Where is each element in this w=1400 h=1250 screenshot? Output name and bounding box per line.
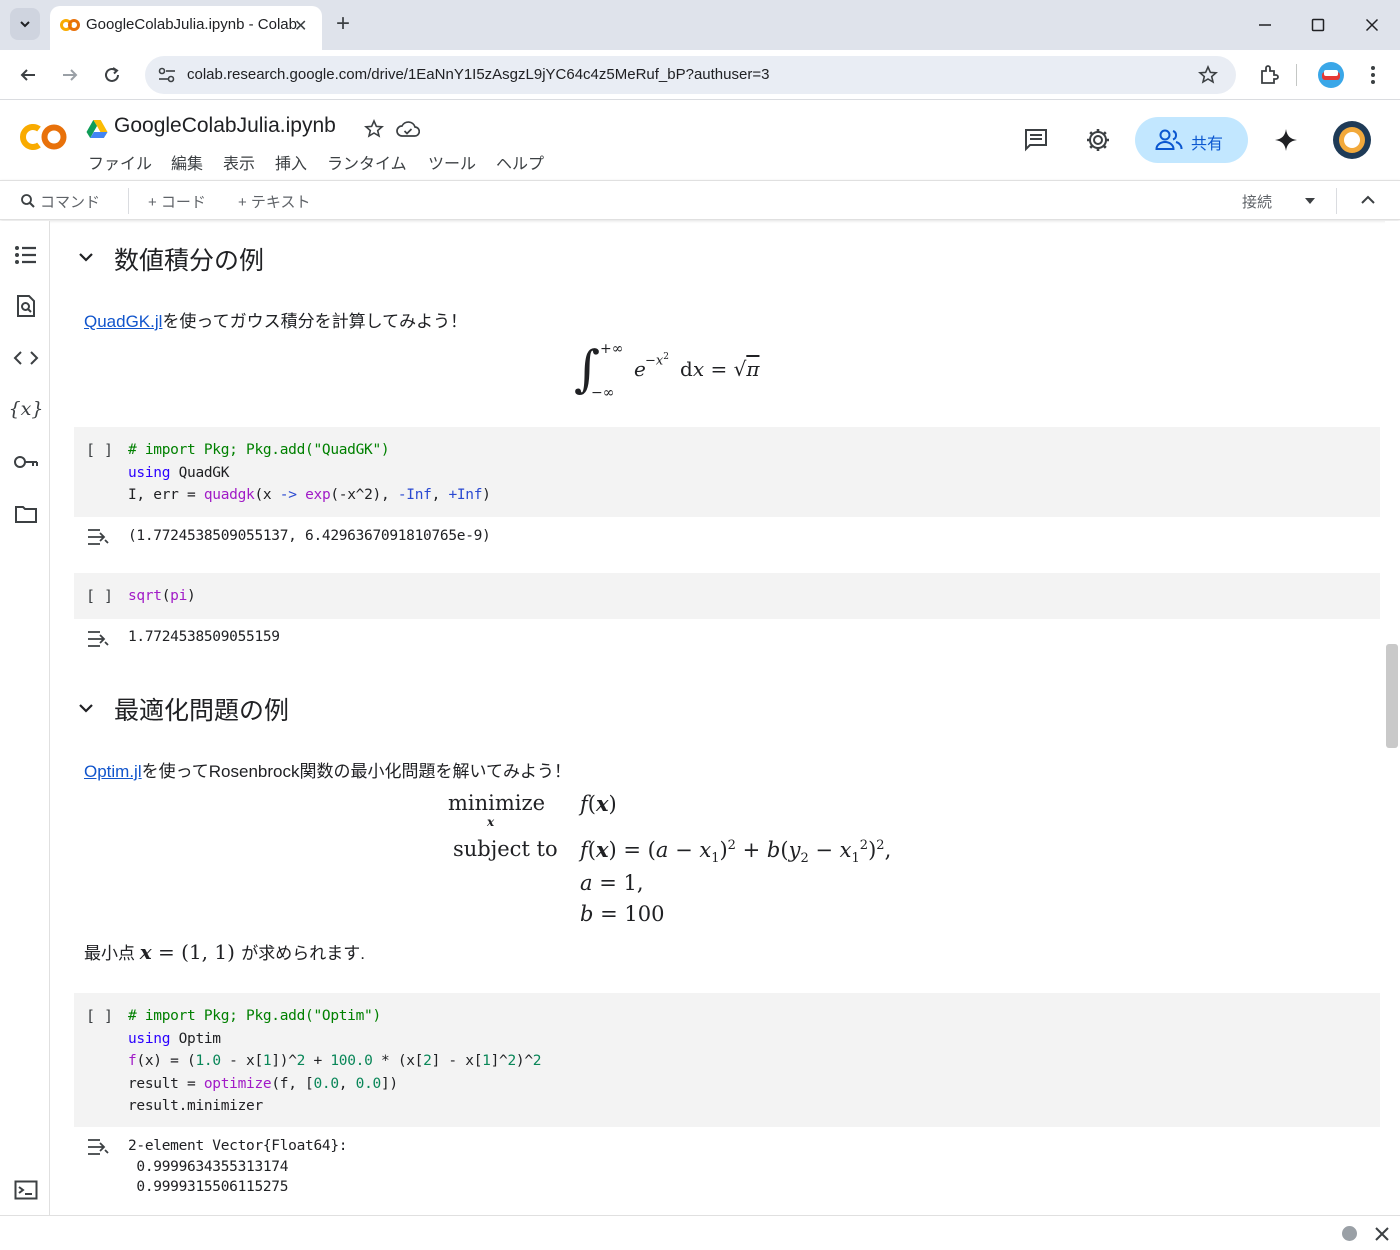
section-heading: 数値積分の例 (114, 247, 265, 275)
output-toggle-icon[interactable] (86, 1137, 110, 1157)
left-sidebar: {x} (0, 221, 50, 1215)
share-label: 共有 (1191, 136, 1224, 153)
text-cell-paragraph: Optim.jlを使ってRosenbrock関数の最小化問題を解いてみよう！ (84, 762, 571, 781)
search-icon[interactable] (20, 193, 36, 209)
forward-button[interactable] (56, 62, 84, 88)
tab-title: GoogleColabJulia.ipynb - Colab (86, 16, 297, 33)
star-icon[interactable] (364, 119, 384, 139)
reload-button[interactable] (98, 62, 126, 88)
google-drive-icon[interactable] (86, 119, 108, 139)
menu-file[interactable]: ファイル (88, 150, 152, 174)
browser-tab[interactable]: GoogleColabJulia.ipynb - Colab ✕ (50, 6, 322, 50)
arrow-right-icon (63, 69, 78, 81)
chevron-down-icon (20, 21, 30, 28)
add-code-button[interactable]: + コード (148, 191, 206, 212)
extensions-icon[interactable] (1258, 64, 1280, 86)
comment-icon[interactable] (1023, 128, 1049, 152)
find-replace-icon[interactable] (12, 292, 40, 320)
menu-help[interactable]: ヘルプ (496, 150, 544, 174)
connect-button[interactable]: 接続 (1242, 191, 1272, 212)
text-cell-paragraph: QuadGK.jlを使ってガウス積分を計算してみよう！ (84, 312, 468, 331)
collapse-chevron-icon[interactable] (78, 251, 94, 263)
code-snippets-icon[interactable] (12, 344, 40, 372)
tab-close-icon[interactable]: ✕ (294, 16, 307, 36)
cell-output: 2-element Vector{Float64}: 0.99996343553… (128, 1138, 348, 1195)
notebook-title[interactable]: GoogleColabJulia.ipynb (114, 114, 336, 138)
result-sentence: 最小点 x = (1, 1) が求められます. (84, 940, 366, 964)
browser-toolbar: colab.research.google.com/drive/1EaNnY1I… (0, 50, 1400, 100)
close-icon[interactable] (1374, 1226, 1390, 1242)
profile-avatar[interactable] (1318, 62, 1344, 88)
status-bar (0, 1215, 1400, 1250)
colab-logo-icon[interactable] (18, 120, 68, 154)
browser-menu-icon[interactable] (1363, 64, 1383, 86)
output-toggle-icon[interactable] (86, 527, 110, 547)
code-cell[interactable]: [ ] sqrt(pi) (74, 573, 1380, 619)
section-heading: 最適化問題の例 (114, 697, 290, 725)
terminal-icon[interactable] (12, 1176, 40, 1204)
toolbar-divider (1336, 188, 1337, 214)
back-button[interactable] (14, 62, 42, 88)
notebook-content: 数値積分の例 QuadGK.jlを使ってガウス積分を計算してみよう！ ∫ +∞ … (50, 221, 1385, 1215)
cloud-saved-icon[interactable] (396, 120, 420, 138)
code-cell[interactable]: [ ] # import Pkg; Pkg.add("Optim") using… (74, 993, 1380, 1127)
menu-tools[interactable]: ツール (428, 150, 476, 174)
menu-view[interactable]: 表示 (223, 150, 255, 174)
quadgk-link[interactable]: QuadGK.jl (84, 312, 162, 331)
tab-search-button[interactable] (10, 8, 40, 40)
optim-link[interactable]: Optim.jl (84, 762, 142, 781)
variables-icon[interactable]: {x} (9, 395, 44, 423)
settings-gear-icon[interactable] (1085, 127, 1111, 153)
bookmark-star-icon[interactable] (1198, 65, 1218, 85)
minimize-window-icon[interactable] (1250, 12, 1280, 38)
cell-output: 1.7724538509055159 (128, 629, 280, 645)
menu-runtime[interactable]: ランタイム (327, 150, 407, 174)
browser-tab-bar: GoogleColabJulia.ipynb - Colab ✕ + (0, 0, 1400, 50)
reload-icon (105, 67, 119, 82)
colab-favicon-icon (60, 19, 80, 31)
files-folder-icon[interactable] (12, 500, 40, 528)
collapse-chevron-icon[interactable] (78, 702, 94, 714)
gaussian-integral-formula: ∫ +∞ −∞ e −x2 dx = √π (574, 340, 760, 401)
url-text: colab.research.google.com/drive/1EaNnY1I… (187, 66, 770, 83)
command-palette-button[interactable]: コマンド (40, 191, 100, 212)
code-editor[interactable]: # import Pkg; Pkg.add("QuadGK") using Qu… (128, 439, 491, 507)
toolbar-divider (1296, 64, 1297, 86)
address-bar[interactable]: colab.research.google.com/drive/1EaNnY1I… (145, 56, 1236, 94)
rosenbrock-problem-formula: minimize x f(x) subject to f(x) = (a − x… (448, 791, 892, 926)
menu-edit[interactable]: 編集 (171, 150, 203, 174)
add-text-button[interactable]: + テキスト (238, 191, 310, 212)
toolbar-divider (128, 188, 129, 214)
new-tab-button[interactable]: + (336, 10, 350, 38)
chevron-up-icon[interactable] (1360, 194, 1376, 206)
colab-toolbar: コマンド + コード + テキスト 接続 (0, 180, 1400, 220)
arrow-left-icon (20, 69, 35, 81)
cell-output: (1.7724538509055137, 6.4296367091810765e… (128, 528, 491, 544)
run-cell-button[interactable]: [ ] (86, 441, 113, 459)
caret-down-icon[interactable] (1303, 196, 1317, 206)
user-avatar[interactable] (1333, 121, 1371, 159)
site-settings-icon[interactable] (157, 66, 177, 84)
people-icon (1155, 129, 1183, 150)
table-of-contents-icon[interactable] (12, 241, 40, 269)
run-cell-button[interactable]: [ ] (86, 1007, 113, 1025)
run-cell-button[interactable]: [ ] (86, 587, 113, 605)
output-toggle-icon[interactable] (86, 629, 110, 649)
code-editor[interactable]: sqrt(pi) (128, 585, 196, 608)
close-window-icon[interactable] (1357, 12, 1387, 38)
code-cell[interactable]: [ ] # import Pkg; Pkg.add("QuadGK") usin… (74, 427, 1380, 517)
scrollbar-thumb[interactable] (1386, 644, 1398, 748)
gemini-sparkle-icon[interactable] (1274, 128, 1298, 152)
share-button[interactable]: 共有 (1135, 117, 1248, 163)
secrets-key-icon[interactable] (12, 448, 40, 476)
code-editor[interactable]: # import Pkg; Pkg.add("Optim") using Opt… (128, 1005, 542, 1118)
maximize-window-icon[interactable] (1303, 12, 1333, 38)
status-indicator-icon (1342, 1226, 1357, 1241)
colab-header: GoogleColabJulia.ipynb ファイル 編集 表示 挿入 ランタ… (0, 102, 1400, 180)
menu-insert[interactable]: 挿入 (275, 150, 307, 174)
